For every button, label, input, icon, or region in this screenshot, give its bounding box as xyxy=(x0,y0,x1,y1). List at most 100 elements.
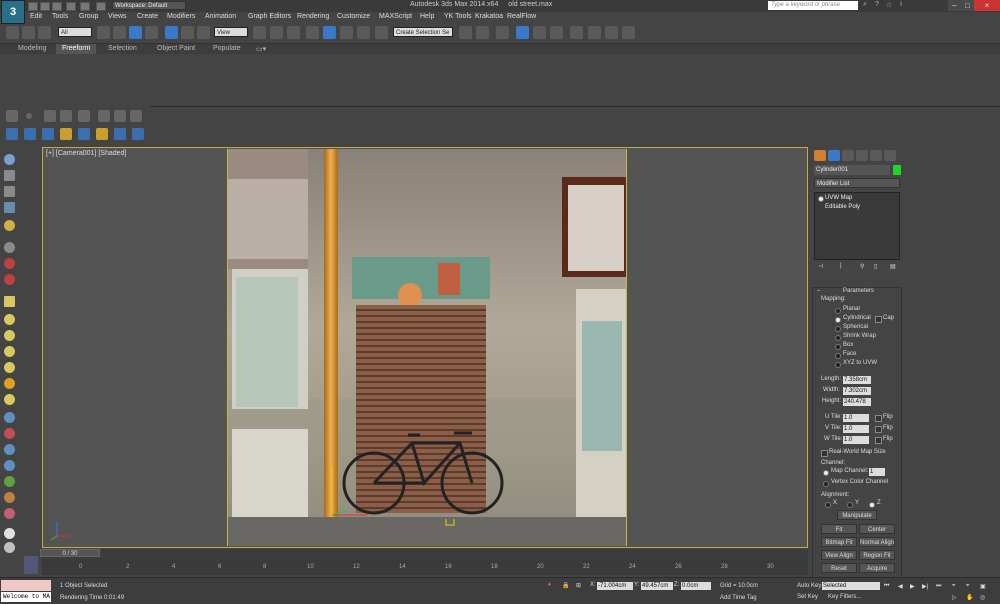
menu-modifiers[interactable]: Modifiers xyxy=(167,13,195,20)
toolbar-icon-10[interactable] xyxy=(24,128,36,140)
select-by-name-icon[interactable] xyxy=(113,26,126,39)
menu-views[interactable]: Views xyxy=(108,13,127,20)
fire-icon[interactable] xyxy=(4,492,15,503)
menu-help[interactable]: Help xyxy=(420,13,434,20)
key-selection-select[interactable]: Selected xyxy=(822,582,880,590)
key-filters-button[interactable]: Key Filters... xyxy=(828,594,861,600)
material-editor-icon[interactable] xyxy=(570,26,583,39)
region-fit-button[interactable]: Region Fit xyxy=(859,550,895,560)
toolbar-icon-14[interactable] xyxy=(96,128,108,140)
save-file-icon[interactable] xyxy=(52,2,62,11)
tab-populate[interactable]: Populate xyxy=(213,45,241,52)
select-and-rotate-icon[interactable] xyxy=(181,26,194,39)
pin-stack-icon[interactable]: ⊣ xyxy=(818,263,823,270)
radio-map-channel[interactable] xyxy=(823,470,829,476)
link-icon[interactable] xyxy=(6,26,19,39)
undo-icon[interactable] xyxy=(66,2,76,11)
radio-xyz-to-uvw[interactable] xyxy=(835,362,841,368)
close-button[interactable]: × xyxy=(974,0,1000,11)
menu-rendering[interactable]: Rendering xyxy=(297,13,329,20)
ring-icon[interactable] xyxy=(4,394,15,405)
brush-icon[interactable] xyxy=(4,508,15,519)
half-sphere-icon[interactable] xyxy=(4,542,15,553)
mini-curve-editor-button[interactable] xyxy=(24,556,38,574)
open-file-icon[interactable] xyxy=(40,2,50,11)
create-tab-icon[interactable] xyxy=(814,150,826,161)
isolate-icon[interactable]: ♦ xyxy=(548,582,551,588)
unlink-icon[interactable] xyxy=(22,26,35,39)
display-tab-icon[interactable] xyxy=(870,150,882,161)
menu-group[interactable]: Group xyxy=(79,13,98,20)
reset-button[interactable]: Reset xyxy=(821,563,857,573)
toolbar-icon-5[interactable] xyxy=(78,110,90,122)
star-icon[interactable]: ☆ xyxy=(884,1,894,10)
rollout-collapse-icon[interactable]: – xyxy=(817,288,820,294)
search-icon[interactable]: ⌕ xyxy=(860,1,870,10)
layer-manager-icon[interactable] xyxy=(496,26,509,39)
track-bar[interactable]: 0 2 4 6 8 10 12 14 16 18 20 22 24 26 28 … xyxy=(42,559,808,575)
mapping-face[interactable]: Face xyxy=(843,351,856,357)
z-coordinate-field[interactable]: 0.0cm xyxy=(681,582,711,590)
play-icon[interactable]: ▶ xyxy=(910,583,915,590)
menu-animation[interactable]: Animation xyxy=(205,13,236,20)
box-icon[interactable] xyxy=(4,170,15,181)
lock-selection-icon[interactable]: 🔒 xyxy=(562,582,569,589)
toolbar-icon-11[interactable] xyxy=(42,128,54,140)
goto-start-icon[interactable]: ⏮ xyxy=(884,583,889,590)
toolbar-icon-4[interactable] xyxy=(60,110,72,122)
grid-icon[interactable] xyxy=(4,412,15,423)
auto-key-button[interactable]: Auto Key xyxy=(797,583,821,589)
select-manipulate-icon[interactable] xyxy=(270,26,283,39)
menu-graph-editors[interactable]: Graph Editors xyxy=(248,13,291,20)
pan-icon[interactable]: ✋ xyxy=(966,594,973,601)
particle-icon[interactable] xyxy=(4,428,15,439)
radio-axis-x[interactable] xyxy=(825,502,831,508)
stack-item-uvw-map[interactable]: UVW Map xyxy=(825,195,853,201)
render-setup-icon[interactable] xyxy=(588,26,601,39)
v-tile-field[interactable]: 1.0 xyxy=(843,425,869,433)
radio-axis-y[interactable] xyxy=(847,502,853,508)
named-selection-select[interactable]: Create Selection Se xyxy=(393,27,453,37)
menu-yk-tools[interactable]: YK Tools xyxy=(444,13,472,20)
y-coordinate-field[interactable]: 49.457cm xyxy=(641,582,673,590)
motion-tab-icon[interactable] xyxy=(856,150,868,161)
real-world-checkbox[interactable] xyxy=(821,450,828,457)
select-and-scale-icon[interactable] xyxy=(197,26,210,39)
radio-shrink-wrap[interactable] xyxy=(835,335,841,341)
bind-space-warp-icon[interactable] xyxy=(38,26,51,39)
search-input[interactable]: Type a keyword or phrase xyxy=(768,1,858,10)
maxscript-listener-output[interactable] xyxy=(1,580,51,591)
align-icon[interactable] xyxy=(476,26,489,39)
angle-snap-icon[interactable] xyxy=(323,26,336,39)
next-frame-icon[interactable]: ▶| xyxy=(922,583,928,590)
object-color-swatch[interactable] xyxy=(893,165,901,175)
tab-modeling[interactable]: Modeling xyxy=(18,45,46,52)
menu-realflow[interactable]: RealFlow xyxy=(507,13,536,20)
tab-freeform[interactable]: Freeform xyxy=(56,44,97,54)
camera-viewport[interactable]: [+] [Camera001] [Shaded] xyxy=(42,147,808,548)
menu-maxscript[interactable]: MAXScript xyxy=(379,13,412,20)
remove-modifier-icon[interactable]: ▯ xyxy=(874,263,877,270)
absolute-mode-icon[interactable]: ⊞ xyxy=(576,582,581,589)
graphite-toggle-icon[interactable] xyxy=(516,26,529,39)
toolbar-icon-2[interactable] xyxy=(26,113,32,119)
show-end-result-icon[interactable]: | xyxy=(840,263,842,269)
radio-planar[interactable] xyxy=(835,308,841,314)
stack-item-editable-poly[interactable]: Editable Poly xyxy=(825,204,860,210)
modifier-list-select[interactable]: Modifier List xyxy=(814,178,900,188)
menu-tools[interactable]: Tools xyxy=(52,13,68,20)
manipulate-button[interactable]: Manipulate xyxy=(837,510,877,520)
percent-snap-icon[interactable] xyxy=(340,26,353,39)
cap-checkbox[interactable] xyxy=(875,316,882,323)
snaps-toggle-icon[interactable] xyxy=(306,26,319,39)
acquire-button[interactable]: Acquire xyxy=(859,563,895,573)
menu-create[interactable]: Create xyxy=(137,13,158,20)
v-flip-checkbox[interactable] xyxy=(875,426,882,433)
pivot-center-icon[interactable] xyxy=(253,26,266,39)
toolbar-icon-16[interactable] xyxy=(132,128,144,140)
record-icon[interactable] xyxy=(4,258,15,269)
add-time-tag[interactable]: Add Time Tag xyxy=(720,595,757,601)
orbit-icon[interactable]: ◎ xyxy=(980,594,985,601)
toolbar-icon-13[interactable] xyxy=(78,128,90,140)
zoom-extents-icon[interactable]: ▣ xyxy=(980,583,986,590)
